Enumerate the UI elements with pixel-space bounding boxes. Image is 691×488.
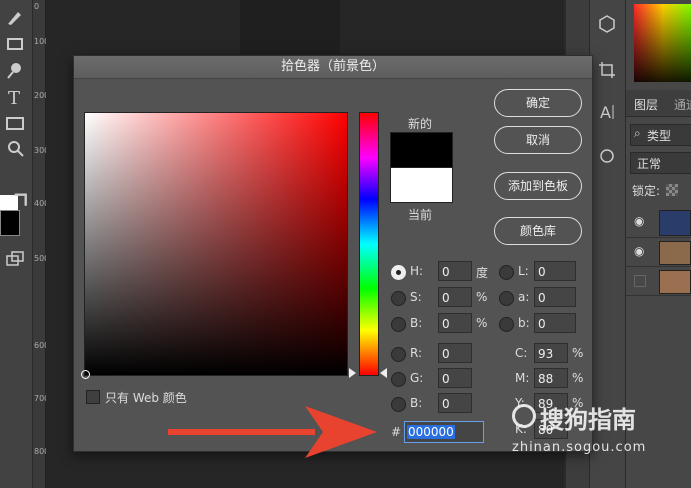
tools-panel: T <box>0 0 33 488</box>
lock-transparency-icon[interactable] <box>666 184 678 196</box>
b-unit: % <box>476 316 488 330</box>
g-radio[interactable] <box>391 372 406 387</box>
g-field[interactable]: 0 <box>438 368 472 388</box>
layer-thumbnail <box>659 270 691 294</box>
rectangle-tool-icon[interactable] <box>4 112 26 134</box>
c-label: C: <box>515 346 528 360</box>
color-libraries-button[interactable]: 颜色库 <box>494 217 582 245</box>
layer-thumbnail <box>659 210 691 236</box>
hex-input[interactable]: 000000 <box>404 421 484 443</box>
b-field[interactable]: 0 <box>438 313 472 333</box>
current-color-swatch[interactable] <box>390 167 453 203</box>
visibility-off-box[interactable] <box>634 275 646 287</box>
color-panel-spectrum[interactable] <box>634 4 691 82</box>
h-unit: 度 <box>476 266 489 280</box>
watermark-text: 搜狗指南 <box>540 406 636 434</box>
background-color-swatch[interactable] <box>0 210 20 236</box>
m-unit: % <box>572 371 584 385</box>
swap-colors-icon[interactable] <box>10 190 27 206</box>
add-to-swatches-button[interactable]: 添加到色板 <box>494 172 582 200</box>
b-radio[interactable] <box>391 317 406 332</box>
l-radio[interactable] <box>499 265 514 280</box>
canvas-shadow <box>240 0 340 55</box>
hue-slider-handle-right[interactable] <box>380 368 387 378</box>
layer-filter-label: 类型 <box>647 129 672 143</box>
svg-text:A: A <box>600 103 611 122</box>
rgb-b-radio[interactable] <box>391 397 406 412</box>
watermark-url: zhinan.sogou.com <box>512 440 647 455</box>
r-radio[interactable] <box>391 347 406 362</box>
h-field[interactable]: 0 <box>438 261 472 281</box>
l-label: L: <box>518 264 529 278</box>
new-color-label: 新的 <box>408 117 433 131</box>
a-field[interactable]: 0 <box>534 287 576 307</box>
blend-mode-select[interactable]: 正常 <box>630 152 691 174</box>
search-icon: ⌕ <box>634 126 641 140</box>
red-arrow-annotation <box>168 406 377 458</box>
b-label: B: <box>410 316 423 330</box>
color-field[interactable] <box>81 112 348 379</box>
cancel-button[interactable]: 取消 <box>494 126 582 154</box>
s-radio[interactable] <box>391 291 406 306</box>
dodge-tool-icon[interactable] <box>4 60 26 82</box>
vertical-ruler: 0 100 200 300 400 500 600 700 800 <box>33 0 49 488</box>
alarm-icon[interactable] <box>597 145 617 165</box>
color-field-cursor[interactable] <box>81 370 90 379</box>
layer-row[interactable]: ◉ <box>626 207 691 238</box>
s-field[interactable]: 0 <box>438 287 472 307</box>
color-picker-dialog: 拾色器（前景色） 新的 当前 确定 取消 添加到色板 颜色库 H: 0 度 S:… <box>73 55 593 452</box>
screen-mode-icon[interactable] <box>4 248 26 270</box>
hue-slider-handle-left[interactable] <box>349 368 356 378</box>
ruler-tick: 0 <box>34 2 40 11</box>
dialog-title: 拾色器（前景色） <box>74 56 592 79</box>
hex-label: # <box>391 425 402 439</box>
crop-icon[interactable] <box>597 60 617 80</box>
svg-text:T: T <box>8 88 20 108</box>
lab-b-label: b: <box>518 316 530 330</box>
hex-value: 000000 <box>407 425 455 439</box>
c-field[interactable]: 93 <box>534 343 568 363</box>
tab-layers[interactable]: 图层 <box>634 96 658 113</box>
ok-button[interactable]: 确定 <box>494 89 582 117</box>
m-label: M: <box>515 371 530 385</box>
a-radio[interactable] <box>499 291 514 306</box>
type-tool-icon[interactable]: T <box>4 86 26 109</box>
a-label: a: <box>518 290 530 304</box>
m-field[interactable]: 88 <box>534 368 568 388</box>
hue-slider[interactable] <box>359 112 379 376</box>
visibility-eye-icon[interactable]: ◉ <box>634 244 644 258</box>
panel-tabs: 图层 通道 <box>626 90 691 117</box>
3d-icon[interactable] <box>597 14 617 34</box>
rgb-b-label: B: <box>410 396 423 410</box>
web-colors-only-checkbox[interactable] <box>86 390 100 404</box>
layer-filter[interactable]: ⌕ 类型 <box>630 124 691 146</box>
current-color-label: 当前 <box>408 208 433 222</box>
s-label: S: <box>410 290 422 304</box>
visibility-eye-icon[interactable]: ◉ <box>634 214 644 228</box>
brush-tool-icon[interactable] <box>4 6 26 28</box>
r-field[interactable]: 0 <box>438 343 472 363</box>
layer-row[interactable] <box>626 267 691 296</box>
h-label: H: <box>410 264 424 278</box>
c-unit: % <box>572 346 584 360</box>
rgb-b-field[interactable]: 0 <box>438 393 472 413</box>
character-icon[interactable]: A <box>597 102 617 122</box>
tab-channels[interactable]: 通道 <box>674 96 691 113</box>
zoom-tool-icon[interactable] <box>4 138 26 160</box>
r-label: R: <box>410 346 423 360</box>
h-radio[interactable] <box>391 265 406 280</box>
layer-row[interactable]: ◉ <box>626 238 691 267</box>
layer-thumbnail <box>659 241 691 265</box>
blend-mode-value: 正常 <box>637 157 662 171</box>
lab-b-radio[interactable] <box>499 317 514 332</box>
g-label: G: <box>410 371 424 385</box>
l-field[interactable]: 0 <box>534 261 576 281</box>
new-color-swatch <box>390 132 453 168</box>
lock-label: 锁定: <box>632 184 661 198</box>
lab-b-field[interactable]: 0 <box>534 313 576 333</box>
eraser-tool-icon[interactable] <box>4 33 26 55</box>
s-unit: % <box>476 290 488 304</box>
sogou-logo-icon <box>512 404 536 428</box>
